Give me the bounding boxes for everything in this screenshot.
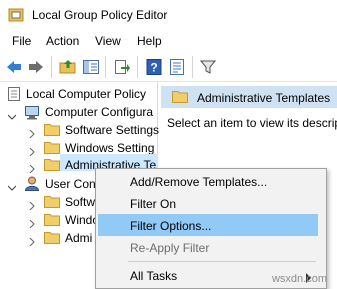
group-policy-icon bbox=[8, 7, 24, 23]
chevron-right-icon[interactable] bbox=[28, 217, 36, 229]
chevron-down-icon[interactable] bbox=[7, 110, 17, 120]
chevron-right-icon[interactable] bbox=[28, 145, 36, 157]
tree-user-windows-settings[interactable]: Windo bbox=[65, 213, 99, 227]
tree-user-configuration[interactable]: User Con bbox=[45, 177, 96, 191]
toolbar-separator bbox=[137, 56, 138, 78]
context-menu-separator bbox=[128, 261, 316, 262]
folder-icon bbox=[44, 123, 60, 136]
chevron-right-icon[interactable] bbox=[28, 127, 36, 139]
folder-icon bbox=[44, 141, 60, 154]
folder-icon bbox=[44, 158, 60, 171]
menu-action[interactable]: Action bbox=[46, 34, 79, 48]
folder-icon bbox=[44, 213, 60, 226]
svg-text:?: ? bbox=[150, 61, 157, 75]
watermark: wsxdn.com bbox=[271, 273, 327, 285]
folder-icon bbox=[172, 90, 188, 103]
computer-icon bbox=[24, 105, 40, 120]
tree-root[interactable]: Local Computer Policy bbox=[26, 87, 146, 101]
chevron-right-icon[interactable] bbox=[28, 162, 36, 174]
chevron-right-icon[interactable] bbox=[28, 199, 36, 211]
folder-icon bbox=[44, 195, 60, 208]
menu-item-reapply-filter: Re-Apply Filter bbox=[130, 241, 210, 255]
toolbar-separator bbox=[51, 56, 52, 78]
up-folder-icon[interactable] bbox=[59, 58, 77, 76]
back-icon[interactable] bbox=[5, 58, 23, 76]
menu-file[interactable]: File bbox=[12, 34, 31, 48]
details-message: Select an item to view its descrip bbox=[167, 116, 337, 130]
toolbar-separator bbox=[192, 56, 193, 78]
user-icon bbox=[24, 176, 40, 191]
menu-help[interactable]: Help bbox=[137, 34, 162, 48]
filter-icon[interactable] bbox=[199, 58, 217, 76]
computer-policy-icon bbox=[6, 87, 22, 102]
help-icon[interactable]: ? bbox=[145, 58, 163, 76]
tree-user-administrative-templates[interactable]: Admi bbox=[65, 231, 92, 245]
menu-item-filter-options[interactable]: Filter Options... bbox=[130, 219, 211, 233]
menu-item-all-tasks[interactable]: All Tasks bbox=[130, 269, 177, 283]
menu-item-add-remove-templates[interactable]: Add/Remove Templates... bbox=[130, 175, 267, 189]
menu-view[interactable]: View bbox=[95, 34, 121, 48]
tree-software-settings[interactable]: Software Settings bbox=[65, 123, 159, 137]
export-list-icon[interactable] bbox=[113, 58, 131, 76]
folder-icon bbox=[44, 231, 60, 244]
forward-icon[interactable] bbox=[27, 58, 45, 76]
tree-user-software-settings[interactable]: Softw bbox=[65, 195, 95, 209]
properties-icon[interactable] bbox=[168, 58, 186, 76]
chevron-right-icon[interactable] bbox=[28, 235, 36, 247]
chevron-down-icon[interactable] bbox=[7, 181, 17, 191]
tree-windows-settings[interactable]: Windows Setting bbox=[65, 141, 154, 155]
toolbar-separator bbox=[105, 56, 106, 78]
window-title: Local Group Policy Editor bbox=[32, 8, 168, 22]
show-hide-tree-icon[interactable] bbox=[82, 58, 100, 76]
tree-computer-configuration[interactable]: Computer Configura bbox=[45, 105, 153, 119]
details-title: Administrative Templates bbox=[197, 91, 331, 105]
menu-item-filter-on[interactable]: Filter On bbox=[130, 197, 176, 211]
